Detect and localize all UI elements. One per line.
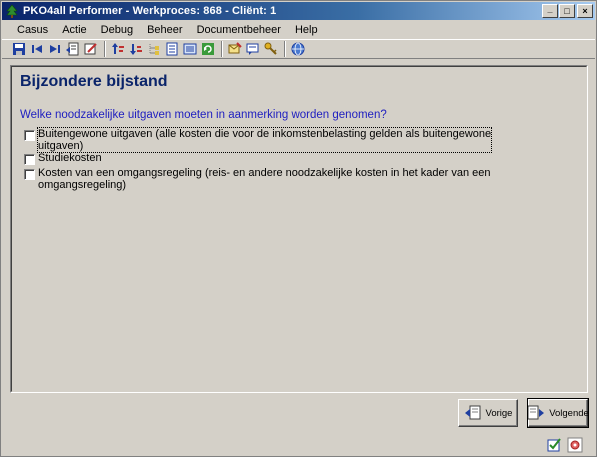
checkbox-studiekosten[interactable]	[24, 154, 35, 165]
previous-icon	[464, 405, 482, 421]
check-edit-icon[interactable]	[547, 437, 563, 453]
close-icon: ×	[582, 5, 588, 16]
window-title: PKO4all Performer - Werkproces: 868 - Cl…	[23, 5, 277, 17]
menu-actie[interactable]: Actie	[55, 24, 93, 36]
next-button[interactable]: Volgende	[527, 398, 589, 428]
toolbar	[2, 39, 595, 59]
question-text: Welke noodzakelijke uitgaven moeten in a…	[20, 109, 387, 121]
page-title: Bijzondere bijstand	[20, 73, 168, 90]
settings-icon[interactable]	[567, 437, 583, 453]
next-label: Volgende	[549, 407, 589, 419]
checkbox-omgangsregeling[interactable]	[24, 169, 35, 180]
option-label: Buitengewone uitgaven (alle kosten die v…	[38, 128, 492, 140]
option-studiekosten[interactable]: Studiekosten	[24, 152, 102, 165]
content-panel: Bijzondere bijstand Welke noodzakelijke …	[10, 65, 588, 393]
app-tree-icon	[5, 4, 19, 18]
message-icon[interactable]	[245, 41, 261, 57]
status-bar	[2, 433, 595, 455]
menu-help[interactable]: Help	[288, 24, 325, 36]
sort-asc-icon[interactable]	[110, 41, 126, 57]
title-bar[interactable]: PKO4all Performer - Werkproces: 868 - Cl…	[2, 2, 595, 20]
toolbar-separator	[284, 41, 286, 57]
checkbox-buitengewone-uitgaven[interactable]	[24, 130, 35, 141]
send-icon[interactable]	[227, 41, 243, 57]
menu-casus[interactable]: Casus	[10, 24, 55, 36]
maximize-button[interactable]: □	[559, 4, 575, 18]
menu-documentbeheer[interactable]: Documentbeheer	[190, 24, 288, 36]
menu-bar: Casus Actie Debug Beheer Documentbeheer …	[2, 21, 595, 38]
sort-desc-icon[interactable]	[128, 41, 144, 57]
last-record-icon[interactable]	[47, 41, 63, 57]
previous-button[interactable]: Vorige	[458, 399, 518, 427]
option-label: Kosten van een omgangsregeling (reis- en…	[38, 167, 491, 179]
key-icon[interactable]	[263, 41, 279, 57]
next-icon	[527, 405, 545, 421]
close-button[interactable]: ×	[577, 4, 593, 18]
option-buitengewone-uitgaven[interactable]: Buitengewone uitgaven (alle kosten die v…	[24, 127, 493, 153]
previous-label: Vorige	[485, 407, 513, 419]
toolbar-separator	[221, 41, 223, 57]
open-case-icon[interactable]	[65, 41, 81, 57]
edit-case-icon[interactable]	[83, 41, 99, 57]
menu-beheer[interactable]: Beheer	[140, 24, 189, 36]
menu-debug[interactable]: Debug	[94, 24, 140, 36]
minimize-icon: _	[547, 3, 553, 14]
tree-icon[interactable]	[146, 41, 162, 57]
save-icon[interactable]	[11, 41, 27, 57]
refresh-icon[interactable]	[200, 41, 216, 57]
option-omgangsregeling[interactable]: Kosten van een omgangsregeling (reis- en…	[24, 167, 491, 191]
document-icon[interactable]	[164, 41, 180, 57]
app-window: PKO4all Performer - Werkproces: 868 - Cl…	[0, 0, 597, 457]
option-label-cont: uitgaven)	[38, 140, 84, 152]
toolbar-separator	[104, 41, 106, 57]
minimize-button[interactable]: _	[542, 4, 558, 18]
option-label-cont: omgangsregeling)	[38, 179, 127, 191]
list-icon[interactable]	[182, 41, 198, 57]
globe-icon[interactable]	[290, 41, 306, 57]
maximize-icon: □	[564, 5, 570, 16]
option-label: Studiekosten	[38, 152, 102, 164]
first-record-icon[interactable]	[29, 41, 45, 57]
